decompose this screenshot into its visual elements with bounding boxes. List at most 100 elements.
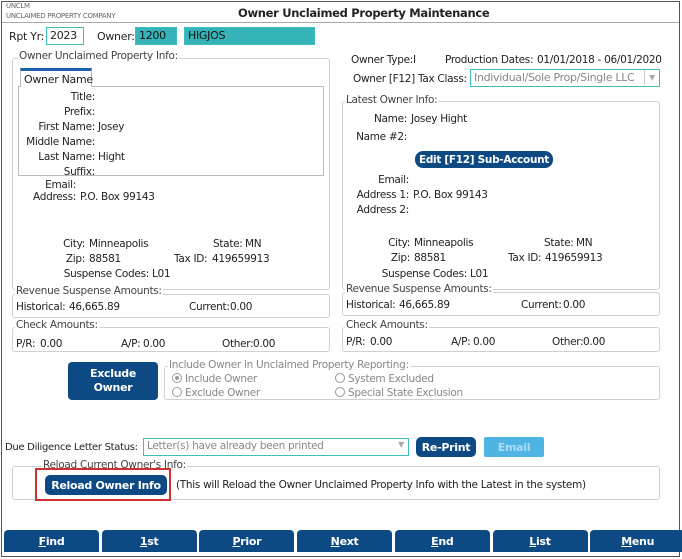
- name-field-label: Title:: [70, 91, 96, 103]
- historical-label: Historical:: [16, 301, 66, 313]
- historical-value: 46,665.89: [69, 301, 120, 313]
- right-historical-label: Historical:: [346, 299, 396, 311]
- right-state-value: MN: [576, 237, 593, 249]
- right-historical-value: 46,665.89: [399, 299, 450, 311]
- right-revenue-label: Revenue Suspense Amounts:: [345, 283, 493, 295]
- taxid-label: Tax ID:: [174, 253, 208, 265]
- name-field-label: Suffix:: [63, 166, 96, 178]
- reprint-button[interactable]: Re-Print: [416, 437, 476, 457]
- chevron-down-icon[interactable]: ▼: [644, 70, 659, 85]
- tab-owner-name[interactable]: Owner Name: [20, 68, 93, 87]
- nav-label: ind: [45, 534, 65, 548]
- name-field-label: Prefix:: [64, 106, 95, 118]
- nav-prior-button[interactable]: Prior: [199, 530, 295, 552]
- name-value: Josey Hight: [411, 113, 467, 125]
- nav-end-button[interactable]: End: [394, 530, 490, 552]
- nav-menu-button[interactable]: Menu: [590, 530, 682, 552]
- nav-list-button[interactable]: List: [492, 530, 588, 552]
- nav-label: nd: [438, 534, 454, 548]
- nav-key: 1: [139, 534, 148, 548]
- state-label: State:: [213, 238, 243, 250]
- right-zip-value: 88581: [414, 252, 446, 264]
- company-name: UNCLAIMED PROPERTY COMPANY: [6, 12, 116, 20]
- name-label: Name:: [373, 113, 407, 125]
- nav-key: N: [330, 534, 340, 548]
- right-pr-label: P/R:: [346, 336, 366, 348]
- other-label: Other:: [222, 338, 254, 350]
- right-taxid-value: 419659913: [545, 252, 603, 264]
- nav-next-button[interactable]: Next: [297, 530, 393, 552]
- tax-class-select[interactable]: Individual/Sole Prop/Single LLC ▼: [470, 69, 660, 87]
- zip-value: 88581: [89, 253, 121, 265]
- exclude-owner-button[interactable]: Exclude Owner: [68, 362, 158, 400]
- email-label: Email:: [45, 179, 76, 191]
- rpt-yr-input[interactable]: 2023: [46, 27, 84, 45]
- radio-icon: [172, 387, 182, 397]
- right-suspense-label: Suspense Codes:: [381, 268, 468, 280]
- nav-label: st: [147, 534, 159, 548]
- production-label: Production Dates:: [445, 54, 534, 66]
- name-field-label: First Name:: [38, 121, 95, 133]
- production-value: 01/01/2018 - 06/01/2020: [537, 54, 662, 66]
- pr-value: 0.00: [40, 338, 63, 350]
- tax-class-label: Owner [F12] Tax Class:: [353, 73, 467, 85]
- city-value: Minneapolis: [89, 238, 149, 250]
- radio-icon: [172, 373, 182, 383]
- tax-class-value: Individual/Sole Prop/Single LLC: [474, 71, 635, 84]
- nav-label: ist: [536, 534, 551, 548]
- radio-system-excluded[interactable]: System Excluded: [335, 373, 434, 385]
- other-value: 0.00: [253, 338, 276, 350]
- current-value: 0.00: [230, 301, 253, 313]
- nav-key: P: [232, 534, 241, 548]
- due-diligence-select[interactable]: Letter(s) have already been printed ▼: [143, 438, 409, 456]
- current-label: Current:: [189, 301, 230, 313]
- owner-id-input[interactable]: 1200: [135, 27, 177, 45]
- right-pr-value: 0.00: [370, 336, 393, 348]
- owner-code-input[interactable]: HIGJOS: [184, 27, 315, 45]
- owner-info-label: Owner Unclaimed Property Info:: [18, 50, 179, 62]
- right-ap-value: 0.00: [473, 336, 496, 348]
- taxid-value: 419659913: [212, 253, 270, 265]
- address2-label: Address 2:: [356, 204, 410, 216]
- name-field-value: Josey: [98, 121, 125, 133]
- nav-find-button[interactable]: Find: [4, 530, 99, 552]
- radio-special-state-exclusion[interactable]: Special State Exclusion: [335, 387, 463, 399]
- city-label: City:: [63, 238, 85, 250]
- nav-key: E: [431, 534, 439, 548]
- chevron-down-icon[interactable]: ▼: [398, 440, 404, 449]
- address1-value: P.O. Box 99143: [413, 189, 488, 201]
- zip-label: Zip:: [65, 253, 85, 265]
- right-other-value: 0.00: [583, 336, 606, 348]
- due-diligence-value: Letter(s) have already been printed: [147, 440, 324, 452]
- nav-key: L: [529, 534, 537, 548]
- radio-exclude-owner[interactable]: Exclude Owner: [172, 387, 260, 399]
- nav-label: rior: [240, 534, 262, 548]
- right-email-label: Email:: [378, 174, 409, 186]
- right-other-label: Other:: [552, 336, 584, 348]
- edit-sub-account-button[interactable]: Edit [F12] Sub-Account: [415, 151, 553, 168]
- address1-label: Address 1:: [356, 189, 410, 201]
- due-diligence-label: Due Diligence Letter Status:: [5, 442, 138, 453]
- right-city-label: City:: [388, 237, 410, 249]
- reload-owner-info-button[interactable]: Reload Owner Info: [45, 475, 167, 495]
- page-title: Owner Unclaimed Property Maintenance: [238, 6, 490, 20]
- ap-value: 0.00: [143, 338, 166, 350]
- radio-include-owner[interactable]: Include Owner: [172, 373, 257, 385]
- reload-note: (This will Reload the Owner Unclaimed Pr…: [176, 479, 586, 491]
- nav-key: F: [38, 534, 47, 548]
- right-current-label: Current:: [521, 299, 562, 311]
- right-taxid-label: Tax ID:: [508, 252, 542, 264]
- right-zip-label: Zip:: [390, 252, 410, 264]
- email-button[interactable]: Email: [484, 437, 544, 457]
- suspense-value: L01: [152, 268, 171, 280]
- radio-icon: [335, 387, 345, 397]
- nav-key: M: [621, 534, 632, 548]
- address-value: P.O. Box 99143: [80, 191, 155, 203]
- radio-icon: [335, 373, 345, 383]
- header: UNCLM UNCLAIMED PROPERTY COMPANY Owner U…: [2, 2, 679, 23]
- right-ap-label: A/P:: [451, 336, 471, 348]
- owner-type-label: Owner Type:: [351, 54, 413, 66]
- nav-first-button[interactable]: 1st: [101, 530, 197, 552]
- name2-label: Name #2:: [356, 131, 407, 143]
- right-city-value: Minneapolis: [414, 237, 474, 249]
